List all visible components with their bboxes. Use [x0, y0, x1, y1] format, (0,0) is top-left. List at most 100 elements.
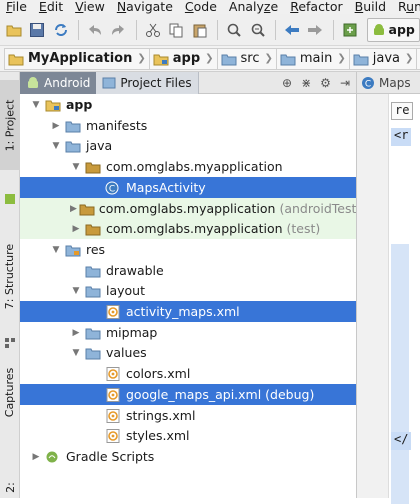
breadcrumb-item-src[interactable]: src ❯ — [217, 47, 277, 70]
android-icon — [28, 76, 38, 88]
tree-node[interactable]: styles.xml — [20, 425, 356, 446]
chevron-right-icon: ❯ — [264, 53, 273, 64]
menu-item[interactable]: Edit — [39, 0, 63, 14]
code-editor[interactable]: re <r </ — [356, 94, 420, 504]
split-icon[interactable]: ⋇ — [301, 76, 311, 90]
menu-item[interactable]: Run — [398, 0, 420, 14]
make-icon[interactable] — [339, 19, 360, 41]
tab-android-view[interactable]: Android — [20, 71, 97, 94]
run-configuration-combo[interactable]: app — [366, 17, 420, 42]
breadcrumb-label: java — [372, 51, 401, 66]
tree-node[interactable]: colors.xml — [20, 363, 356, 384]
menu-item[interactable]: Build — [355, 0, 386, 14]
tab-captures[interactable]: Captures — [0, 354, 20, 430]
expand-arrow-icon[interactable]: ▼ — [30, 100, 42, 110]
xml-file-icon — [104, 387, 122, 403]
expand-arrow-icon[interactable]: ▼ — [50, 245, 62, 255]
tab-project-files-label: Project Files — [120, 75, 192, 90]
menu-item[interactable]: Refactor — [290, 0, 342, 14]
tree-node[interactable]: ▶ com.omglabs.myapplication (test) — [20, 218, 356, 239]
tab-favorites[interactable]: 2: — [0, 476, 20, 498]
replace-icon[interactable] — [247, 19, 268, 41]
tab-project-label: 1: Project — [3, 99, 17, 151]
tab-structure-label: 7: Structure — [3, 243, 17, 309]
tree-node[interactable]: ▶ com.omglabs.myapplication (androidTest) — [20, 198, 361, 219]
tree-node[interactable]: google_maps_api.xml (debug) — [20, 384, 356, 405]
xml-file-icon — [104, 408, 122, 424]
tab-project-files-view[interactable]: Project Files — [96, 71, 199, 94]
collapse-arrow-icon[interactable]: ▶ — [30, 452, 42, 462]
tree-node[interactable]: ▼ layout — [20, 280, 356, 301]
breadcrumb-item-app[interactable]: app ❯ — [149, 47, 218, 70]
folder-icon — [221, 54, 237, 65]
tree-node[interactable]: ▼ app — [20, 94, 356, 115]
find-icon[interactable] — [223, 19, 244, 41]
expand-arrow-icon[interactable]: ▼ — [70, 286, 82, 296]
forward-icon[interactable] — [305, 19, 326, 41]
menu-item-mnemonic: N — [116, 0, 127, 14]
menu-item[interactable]: View — [75, 0, 105, 14]
expand-arrow-icon[interactable]: ▼ — [70, 348, 82, 358]
project-tree: ▼ app ▶ manifests ▼ java ▼ com.omglabs.myapplic… — [20, 94, 361, 498]
svg-text:C: C — [109, 184, 115, 194]
tree-node[interactable]: ▼ res — [20, 239, 356, 260]
paste-icon[interactable] — [189, 19, 210, 41]
class-icon: C — [362, 76, 374, 89]
collapse-arrow-icon[interactable]: ▶ — [70, 204, 77, 214]
editor-tab-maps[interactable]: C Maps — [356, 72, 420, 94]
tree-node[interactable]: C MapsActivity — [20, 177, 356, 198]
editor-snippet: re — [391, 102, 414, 120]
breadcrumb-item-java[interactable]: java ❯ — [349, 47, 418, 70]
target-icon[interactable]: ⊕ — [282, 76, 292, 90]
menu-item[interactable]: Analyze — [229, 0, 278, 14]
collapse-arrow-icon[interactable]: ▶ — [70, 224, 82, 234]
tree-node[interactable]: ▶ manifests — [20, 115, 356, 136]
svg-text:C: C — [365, 79, 371, 89]
sync-icon[interactable] — [50, 19, 71, 41]
breadcrumb-item-myapplication[interactable]: MyApplication ❯ — [4, 47, 150, 70]
tree-node-label: values — [106, 345, 147, 360]
tree-node[interactable]: ▶ mipmap — [20, 322, 356, 343]
tree-node[interactable]: ▶ Gradle Scripts — [20, 446, 356, 467]
back-icon[interactable] — [281, 19, 302, 41]
tree-node-label: styles.xml — [126, 428, 190, 443]
menu-item[interactable]: File — [6, 0, 27, 14]
tree-node-label: com.omglabs.myapplication — [98, 201, 276, 216]
project-tool-icon[interactable] — [0, 190, 20, 208]
gear-icon[interactable]: ⚙ — [320, 76, 331, 90]
tree-node[interactable]: activity_maps.xml — [20, 301, 356, 322]
breadcrumb-item-main[interactable]: main ❯ — [276, 47, 350, 70]
folder-icon — [84, 263, 102, 279]
chevron-right-icon: ❯ — [205, 53, 214, 64]
redo-icon[interactable] — [108, 19, 129, 41]
collapse-arrow-icon[interactable]: ▶ — [50, 121, 62, 131]
copy-icon[interactable] — [166, 19, 187, 41]
menu-item[interactable]: Navigate — [117, 0, 173, 14]
cut-icon[interactable] — [142, 19, 163, 41]
tree-node[interactable]: ▼ com.omglabs.myapplication — [20, 156, 356, 177]
expand-arrow-icon[interactable]: ▼ — [50, 141, 62, 151]
run-configuration-label: app — [388, 22, 415, 37]
open-icon[interactable] — [3, 19, 24, 41]
tree-node[interactable]: strings.xml — [20, 405, 356, 426]
tree-node[interactable]: ▼ java — [20, 135, 356, 156]
tree-node-label: colors.xml — [126, 366, 191, 381]
tab-project[interactable]: 1: Project — [0, 80, 20, 170]
tree-node[interactable]: drawable — [20, 260, 356, 281]
tree-node[interactable]: ▼ values — [20, 342, 356, 363]
collapse-arrow-icon[interactable]: ▶ — [70, 328, 82, 338]
hide-icon[interactable]: ⇥ — [340, 76, 350, 90]
tree-node-label: Gradle Scripts — [66, 449, 155, 464]
menu-item-mnemonic: u — [406, 0, 415, 14]
editor-selection-bar — [391, 244, 409, 504]
expand-arrow-icon[interactable]: ▼ — [70, 162, 82, 172]
package-icon — [79, 201, 95, 217]
menu-item-text: ode — [193, 0, 217, 14]
structure-tool-icon[interactable] — [0, 334, 20, 352]
undo-icon[interactable] — [84, 19, 105, 41]
menu-item[interactable]: Code — [185, 0, 217, 14]
save-icon[interactable] — [26, 19, 47, 41]
folder-icon — [64, 138, 82, 154]
menu-item-text: e — [270, 0, 279, 14]
tab-structure[interactable]: 7: Structure — [0, 228, 20, 324]
